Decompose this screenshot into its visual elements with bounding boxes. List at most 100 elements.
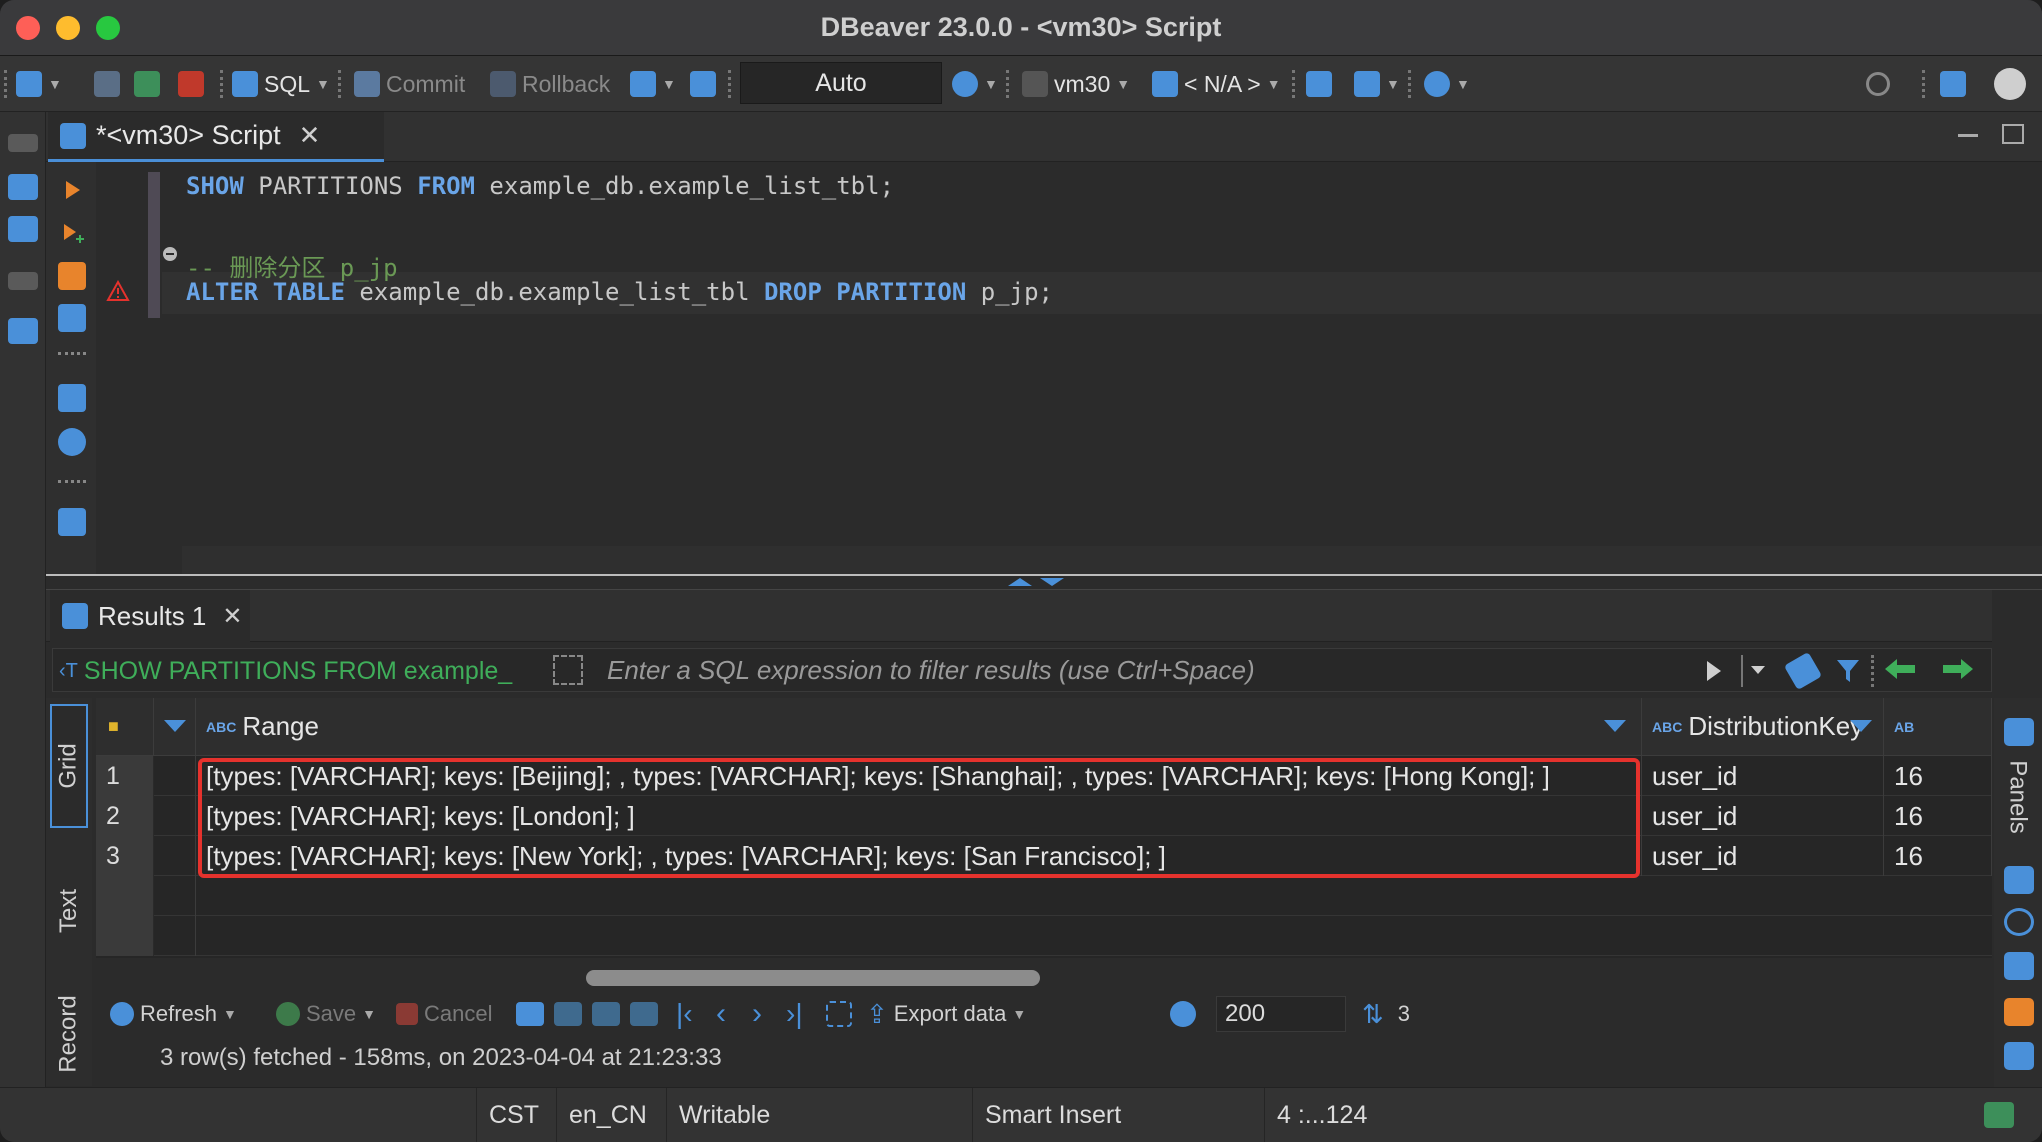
clear-filter-icon[interactable]: [1783, 651, 1823, 691]
fetch-all-button[interactable]: [826, 990, 852, 1038]
cell-range[interactable]: [types: [VARCHAR]; keys: [Beijing]; , ty…: [196, 756, 1642, 796]
keyboard-icon[interactable]: [2004, 952, 2034, 980]
filter-input[interactable]: [599, 650, 1749, 690]
connect-button[interactable]: [94, 56, 120, 112]
lock-button[interactable]: [690, 56, 716, 112]
editor-results-splitter[interactable]: [46, 574, 2042, 590]
active-schema-selector[interactable]: < N/A > ▼: [1152, 56, 1281, 112]
export-script-icon[interactable]: [58, 508, 86, 536]
grid-view-tab[interactable]: Grid: [50, 704, 88, 828]
cell-next[interactable]: 16: [1884, 796, 1992, 836]
previous-page-button[interactable]: ‹: [716, 990, 726, 1038]
cell-distributionkey[interactable]: user_id: [1642, 796, 1884, 836]
editor-horizontal-scrollbar[interactable]: [182, 546, 2042, 574]
row-count-button[interactable]: ⇅ 3: [1362, 990, 1410, 1038]
column-header-range[interactable]: ABC Range: [196, 698, 1642, 756]
cell-range[interactable]: [types: [VARCHAR]; keys: [New York]; , t…: [196, 836, 1642, 876]
results-grid[interactable]: ■ ABC Range ABC DistributionKey AB 1 [ty…: [96, 698, 1992, 958]
query-preview[interactable]: ‹T SHOW PARTITIONS FROM example_: [59, 649, 512, 693]
reconnect-button[interactable]: [134, 56, 160, 112]
execute-script-icon[interactable]: [58, 262, 86, 290]
rollback-button[interactable]: Rollback: [490, 56, 610, 112]
expand-query-icon[interactable]: [553, 655, 583, 685]
results-settings-button[interactable]: [1170, 990, 1196, 1038]
column-header-next[interactable]: AB: [1884, 698, 1992, 756]
calculator-icon[interactable]: [2004, 998, 2034, 1026]
notifications-icon[interactable]: [1984, 1102, 2014, 1128]
database-navigator-icon[interactable]: [8, 174, 38, 200]
cell-distributionkey[interactable]: user_id: [1642, 756, 1884, 796]
er-diagram-button[interactable]: ▼: [1354, 56, 1400, 112]
value-viewer-icon[interactable]: [2004, 866, 2034, 894]
minimize-editor-button[interactable]: [1958, 134, 1978, 138]
history-button[interactable]: ▼: [952, 56, 998, 112]
sql-editor[interactable]: SHOW PARTITIONS FROM example_db.example_…: [46, 162, 2042, 574]
explain-plan-icon[interactable]: [58, 304, 86, 332]
cell-range[interactable]: [types: [VARCHAR]; keys: [London]; ]: [196, 796, 1642, 836]
table-row[interactable]: 1 [types: [VARCHAR]; keys: [Beijing]; , …: [96, 756, 1992, 796]
dashboard-button[interactable]: [1306, 56, 1332, 112]
sort-filter-icon[interactable]: [1604, 720, 1626, 732]
filter-history-dropdown[interactable]: [1741, 655, 1777, 687]
table-row[interactable]: 2 [types: [VARCHAR]; keys: [London]; ] u…: [96, 796, 1992, 836]
table-row[interactable]: 3 [types: [VARCHAR]; keys: [New York]; ,…: [96, 836, 1992, 876]
refresh-button[interactable]: Refresh ▼: [110, 990, 237, 1038]
restore-icon[interactable]: [8, 272, 38, 290]
transaction-mode-field[interactable]: Auto: [740, 62, 942, 104]
active-connection-selector[interactable]: vm30 ▼: [1022, 56, 1130, 112]
row-number[interactable]: 1: [96, 756, 154, 796]
transaction-mode-button[interactable]: ▼: [630, 56, 676, 112]
close-tab-icon[interactable]: ✕: [222, 602, 242, 631]
terminal-icon[interactable]: [58, 384, 86, 412]
results-tab[interactable]: Results 1 ✕: [50, 590, 250, 642]
record-view-tab[interactable]: Record: [50, 984, 88, 1084]
restore-icon[interactable]: [8, 134, 38, 152]
edit-row-button[interactable]: [516, 990, 544, 1038]
filter-funnel-icon[interactable]: [1835, 657, 1861, 685]
export-data-button[interactable]: ⇪ Export data ▼: [866, 990, 1026, 1038]
first-page-button[interactable]: |‹: [676, 990, 693, 1038]
row-number[interactable]: 3: [96, 836, 154, 876]
add-row-button[interactable]: [554, 990, 582, 1038]
delete-row-button[interactable]: [630, 990, 658, 1038]
disconnect-button[interactable]: [178, 56, 204, 112]
references-icon[interactable]: [2004, 1042, 2034, 1070]
account-button[interactable]: [1994, 56, 2026, 112]
column-filter-header[interactable]: [154, 698, 196, 756]
maximize-editor-button[interactable]: [2002, 124, 2024, 144]
cell-next[interactable]: 16: [1884, 836, 1992, 876]
execute-in-new-tab-icon[interactable]: [58, 220, 86, 248]
sort-filter-icon[interactable]: [1850, 720, 1872, 732]
cancel-button[interactable]: Cancel: [396, 990, 492, 1038]
row-number[interactable]: 2: [96, 796, 154, 836]
fetch-size-input[interactable]: [1216, 996, 1346, 1032]
column-header-distributionkey[interactable]: ABC DistributionKey: [1642, 698, 1884, 756]
status-insert-mode[interactable]: Smart Insert: [972, 1088, 1264, 1142]
gear-icon[interactable]: [58, 428, 86, 456]
gutter-more-icon[interactable]: [58, 352, 86, 358]
cell-distributionkey[interactable]: user_id: [1642, 836, 1884, 876]
next-page-button[interactable]: ›: [752, 990, 762, 1038]
save-button[interactable]: Save ▼: [276, 990, 376, 1038]
forward-arrow-icon[interactable]: [1943, 659, 1973, 679]
metadata-icon[interactable]: [2004, 908, 2034, 936]
script-editor-tab[interactable]: *<vm30> Script ✕: [48, 112, 384, 162]
panels-icon[interactable]: [2004, 718, 2034, 746]
gutter-more-icon[interactable]: [58, 480, 86, 486]
new-connection-button[interactable]: ▼: [16, 56, 62, 112]
last-page-button[interactable]: ›|: [786, 990, 803, 1038]
fold-collapse-icon[interactable]: [162, 246, 178, 262]
text-view-tab[interactable]: Text: [50, 846, 88, 976]
panels-tab[interactable]: Panels: [1998, 752, 2038, 842]
perspective-button[interactable]: [1940, 56, 1966, 112]
grid-horizontal-scrollbar[interactable]: [586, 970, 1040, 986]
cell-next[interactable]: 16: [1884, 756, 1992, 796]
copy-row-button[interactable]: [592, 990, 620, 1038]
close-tab-icon[interactable]: ✕: [299, 120, 321, 151]
global-search-button[interactable]: [1866, 56, 1890, 112]
commit-button[interactable]: Commit: [354, 56, 465, 112]
sql-editor-button[interactable]: SQL ▼: [232, 56, 330, 112]
find-button[interactable]: ▼: [1424, 56, 1470, 112]
outline-icon[interactable]: [8, 318, 38, 344]
back-arrow-icon[interactable]: [1885, 659, 1915, 679]
